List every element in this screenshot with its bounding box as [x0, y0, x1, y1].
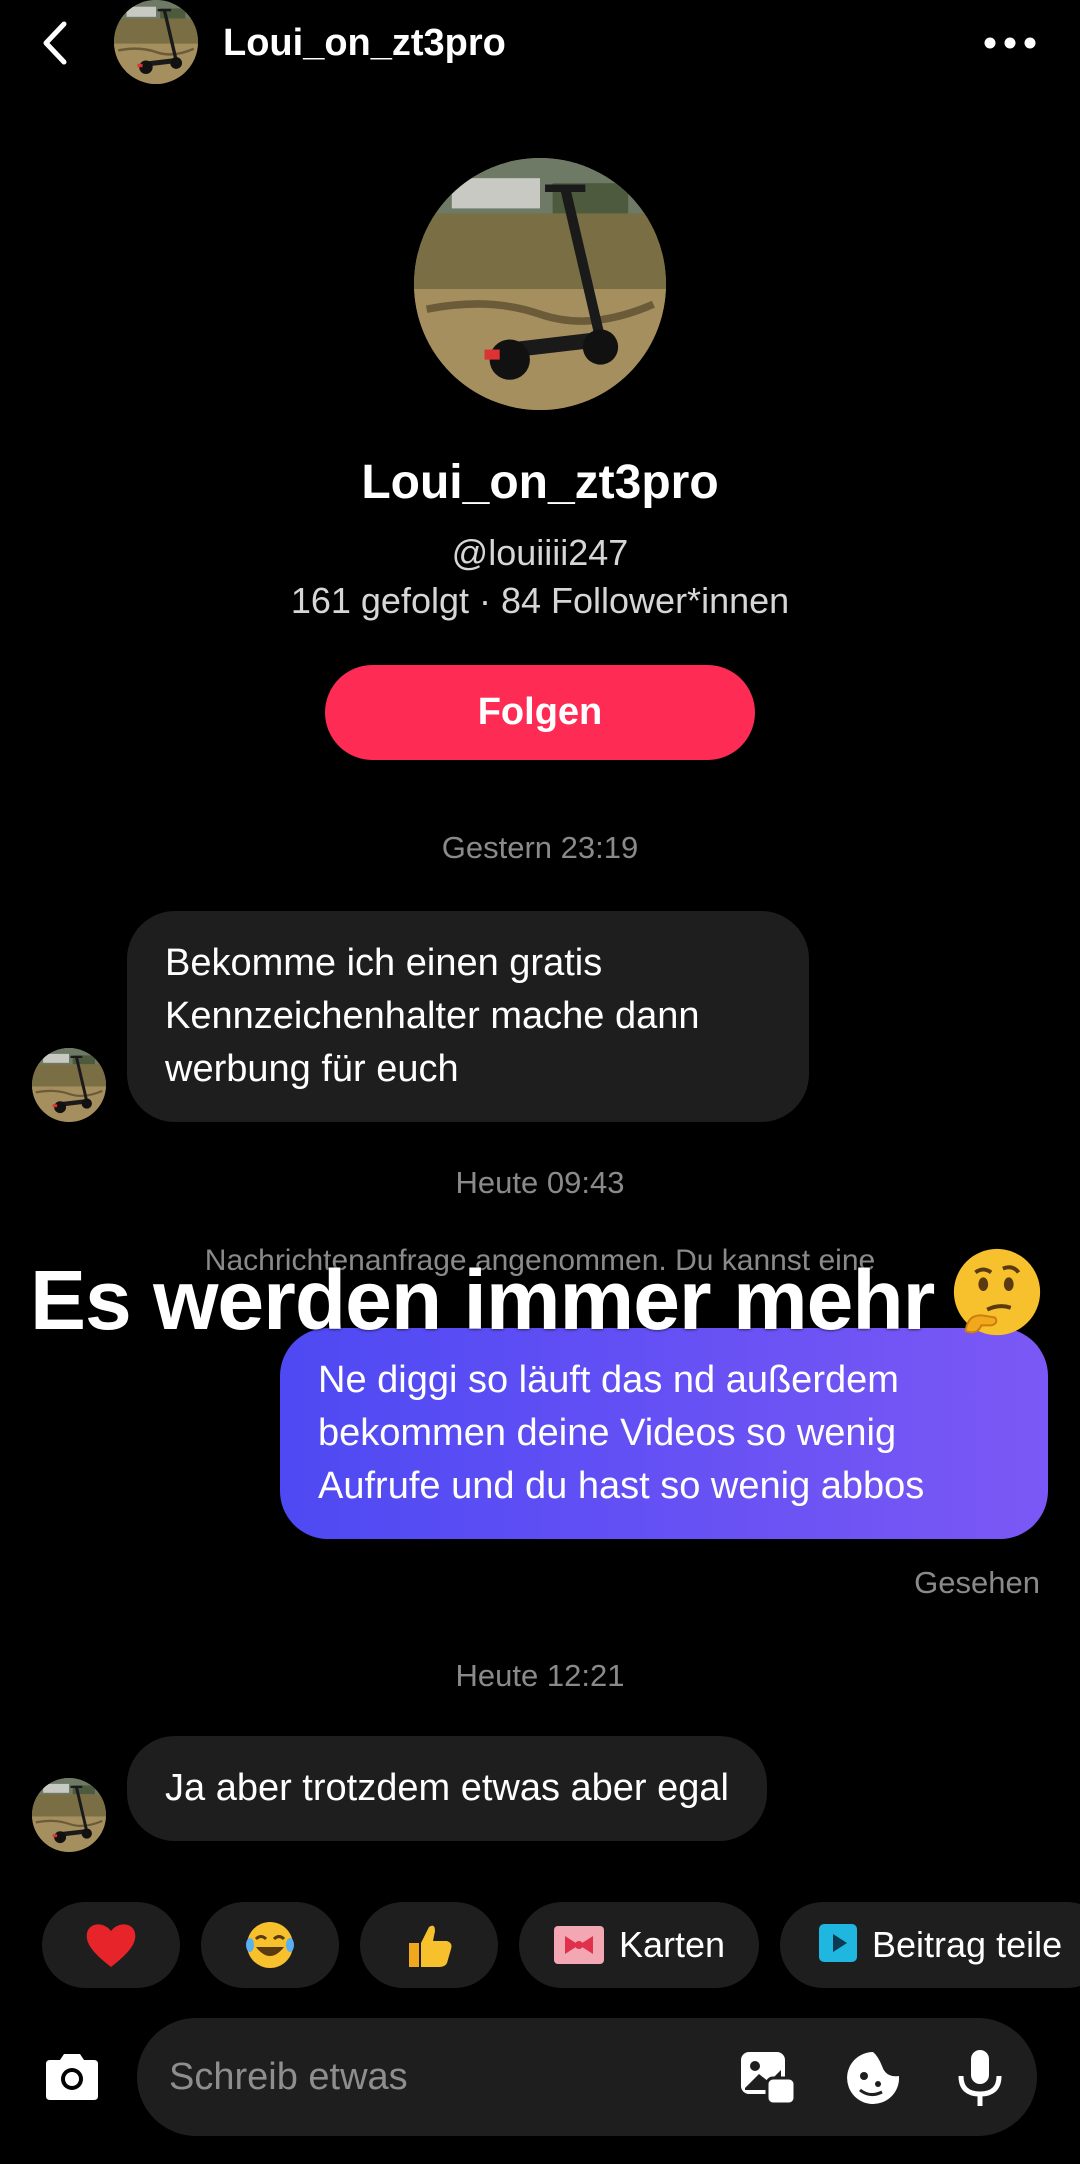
quick-reply-cards-label: Karten	[618, 1924, 726, 1965]
heart-icon	[86, 1924, 136, 1967]
gift-card-icon	[553, 1922, 605, 1968]
message-composer	[0, 2018, 1080, 2138]
message-timestamp: Heute 12:21	[455, 1658, 625, 1693]
message-bubble-outgoing[interactable]: Ne diggi so läuft das nd außerdem bekomm…	[280, 1328, 1048, 1539]
quick-reply-share-label: Beitrag teile	[872, 1924, 1063, 1965]
follow-button[interactable]: Folgen	[325, 665, 755, 760]
microphone-icon[interactable]	[949, 2048, 1011, 2108]
profile-handle: @louiiii247	[451, 532, 629, 573]
header-avatar[interactable]	[114, 0, 198, 84]
message-bubble-incoming[interactable]: Ja aber trotzdem etwas aber egal	[127, 1736, 767, 1841]
play-icon	[818, 1922, 858, 1968]
quick-reply-share-post[interactable]: Beitrag teile	[780, 1902, 1080, 1988]
profile-name: Loui_on_zt3pro	[361, 456, 719, 509]
profile-avatar[interactable]	[414, 158, 666, 410]
laughing-icon	[246, 1922, 294, 1968]
message-timestamp: Heute 09:43	[455, 1165, 625, 1200]
message-line: bekommen deine Videos so wenig	[318, 1412, 897, 1454]
message-line: werbung für euch	[165, 1048, 459, 1090]
thumbs-up-icon	[409, 1925, 452, 1967]
message-timestamp: Gestern 23:19	[441, 830, 639, 865]
overlay-caption-text: Es werden immer mehr	[30, 1253, 935, 1347]
message-line: Aufrufe und du hast so wenig abbos	[318, 1465, 925, 1507]
sender-avatar[interactable]	[32, 1048, 106, 1122]
quick-reply-thumbs-up[interactable]	[360, 1902, 498, 1988]
quick-reply-laugh[interactable]	[201, 1902, 339, 1988]
header-username[interactable]: Loui_on_zt3pro	[223, 22, 506, 65]
message-bubble-incoming[interactable]: Bekomme ich einen gratis Kennzeichenhalt…	[127, 911, 809, 1122]
message-line: Ne diggi so läuft das nd außerdem	[318, 1359, 899, 1401]
quick-reply-cards[interactable]: Karten	[519, 1902, 759, 1988]
profile-stats: 161 gefolgt · 84 Follower*innen	[290, 580, 790, 621]
message-line: Kennzeichenhalter mache dann	[165, 995, 700, 1037]
chat-header: Loui_on_zt3pro	[0, 0, 1080, 90]
sticker-icon[interactable]	[842, 2048, 904, 2108]
thinking-face-icon	[948, 1245, 1046, 1343]
gallery-icon[interactable]	[737, 2048, 799, 2108]
overlay-caption: Es werden immer mehr	[30, 1245, 1046, 1349]
seen-status: Gesehen	[914, 1565, 1040, 1600]
sender-avatar[interactable]	[32, 1778, 106, 1852]
message-input[interactable]	[169, 2018, 729, 2136]
message-input-container	[137, 2018, 1037, 2136]
message-line: Ja aber trotzdem etwas aber egal	[165, 1767, 729, 1809]
quick-reply-heart[interactable]	[42, 1902, 180, 1988]
camera-icon[interactable]	[40, 2048, 104, 2108]
quick-reply-bar: Karten Beitrag teile	[0, 1902, 1080, 1990]
back-icon[interactable]	[36, 18, 76, 68]
message-line: Bekomme ich einen gratis	[165, 942, 603, 984]
more-options-icon[interactable]	[980, 30, 1040, 56]
